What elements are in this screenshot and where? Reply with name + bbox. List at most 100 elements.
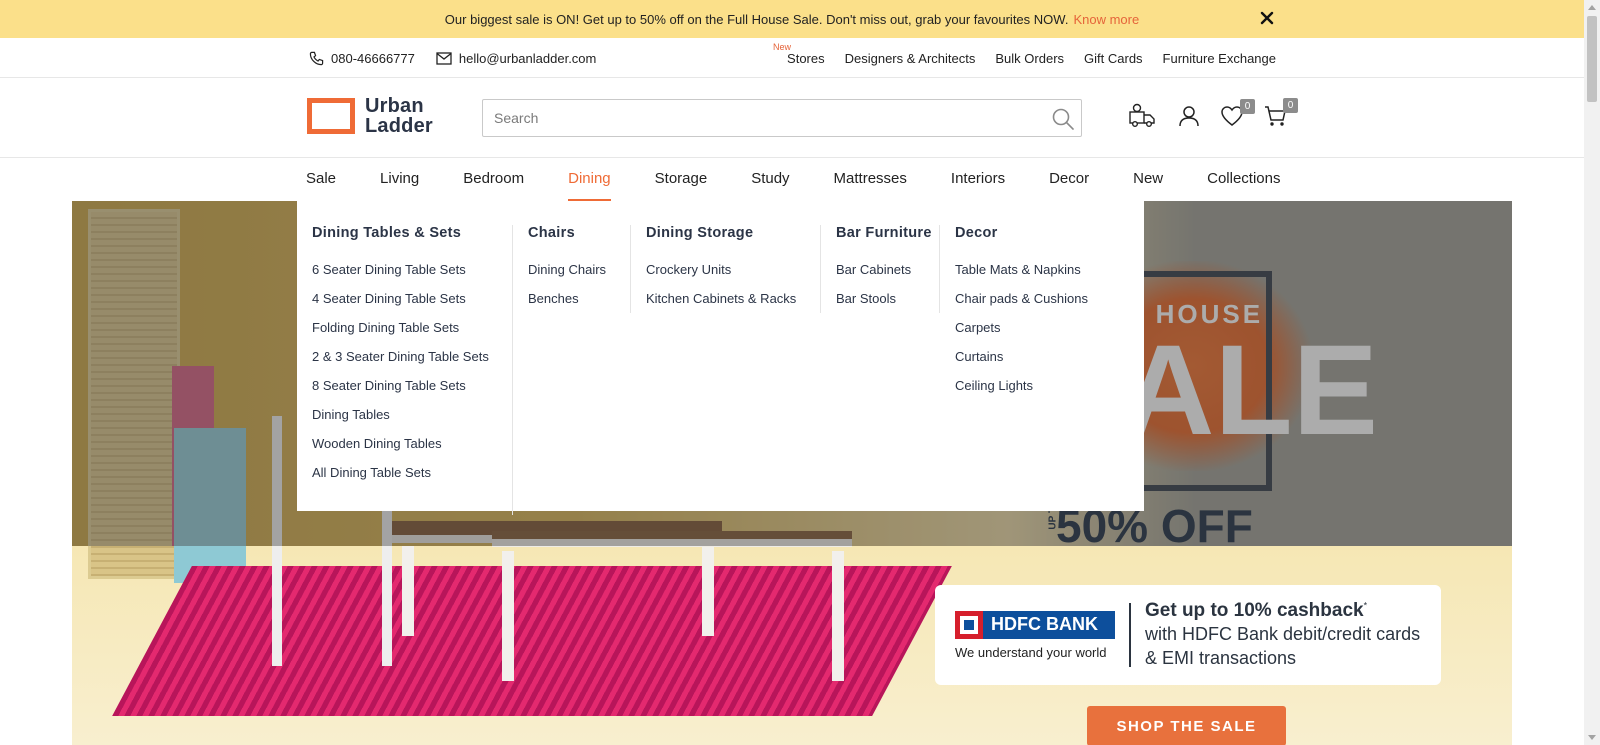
- nav-interiors[interactable]: Interiors: [951, 158, 1005, 201]
- nav-bedroom[interactable]: Bedroom: [463, 158, 524, 201]
- promo-text: Our biggest sale is ON! Get up to 50% of…: [444, 11, 1069, 27]
- stores-label: Stores: [787, 50, 825, 66]
- menu-link[interactable]: 4 Seater Dining Table Sets: [312, 292, 497, 306]
- utility-bar: 080-46666777 hello@urbanladder.com New St…: [0, 38, 1584, 78]
- mail-icon: [436, 51, 452, 65]
- banner-striped-rug: [112, 566, 952, 716]
- table-leg: [702, 546, 714, 636]
- search-input[interactable]: [494, 110, 1034, 126]
- menu-column-dining-storage: Dining Storage Crockery Units Kitchen Ca…: [631, 225, 821, 313]
- menu-link[interactable]: 2 & 3 Seater Dining Table Sets: [312, 350, 497, 364]
- bank-name: HDFC BANK: [991, 614, 1098, 634]
- menu-link[interactable]: Curtains: [955, 350, 1100, 364]
- nav-decor[interactable]: Decor: [1049, 158, 1089, 201]
- menu-link[interactable]: Table Mats & Napkins: [955, 263, 1100, 277]
- menu-link[interactable]: Wooden Dining Tables: [312, 437, 497, 451]
- menu-link[interactable]: Crockery Units: [646, 263, 805, 277]
- nav-storage[interactable]: Storage: [655, 158, 708, 201]
- nav-study[interactable]: Study: [751, 158, 789, 201]
- hdfc-logo: HDFC BANK We understand your world: [955, 610, 1115, 660]
- close-icon[interactable]: [1257, 8, 1277, 28]
- table-leg: [402, 546, 414, 636]
- bulk-orders-link[interactable]: Bulk Orders: [995, 51, 1064, 66]
- nav-sale[interactable]: Sale: [306, 158, 336, 201]
- menu-link[interactable]: Chair pads & Cushions: [955, 292, 1100, 306]
- menu-link[interactable]: Dining Tables: [312, 408, 497, 422]
- shop-the-sale-button[interactable]: SHOP THE SALE: [1087, 706, 1286, 745]
- offer-asterisk: *: [1363, 600, 1368, 611]
- email-link[interactable]: hello@urbanladder.com: [436, 50, 597, 66]
- nav-new[interactable]: New: [1133, 158, 1163, 201]
- stores-link[interactable]: New Stores: [773, 42, 825, 66]
- offer-line-2: & EMI transactions: [1145, 648, 1297, 668]
- bank-tagline: We understand your world: [955, 644, 1107, 660]
- scroll-down-arrow[interactable]: [1588, 735, 1596, 740]
- menu-column-decor: Decor Table Mats & Napkins Chair pads & …: [940, 225, 1115, 427]
- scroll-thumb[interactable]: [1587, 16, 1597, 102]
- bench-leg: [832, 551, 844, 681]
- menu-link[interactable]: Bar Stools: [836, 292, 924, 306]
- offer-line-1: with HDFC Bank debit/credit cards: [1145, 624, 1421, 644]
- scroll-up-arrow[interactable]: [1588, 5, 1596, 10]
- menu-heading[interactable]: Dining Tables & Sets: [312, 225, 497, 241]
- promo-banner: Our biggest sale is ON! Get up to 50% of…: [0, 0, 1584, 38]
- bench-leg: [502, 551, 514, 681]
- know-more-link[interactable]: Know more: [1073, 12, 1139, 27]
- account-icon[interactable]: [1177, 104, 1201, 133]
- phone-number: 080-46666777: [331, 50, 415, 66]
- hdfc-logo-bar: HDFC BANK: [955, 610, 1115, 639]
- main-nav: Sale Living Bedroom Dining Storage Study…: [0, 158, 1584, 201]
- menu-heading[interactable]: Chairs: [528, 225, 615, 241]
- menu-link[interactable]: Benches: [528, 292, 615, 306]
- logo-wordmark: Urban Ladder: [365, 96, 433, 136]
- phone-link[interactable]: 080-46666777: [309, 51, 415, 66]
- wishlist-count: 0: [1240, 98, 1255, 114]
- logo-line-1: Urban: [365, 95, 424, 117]
- logo-line-2: Ladder: [365, 115, 433, 137]
- menu-link[interactable]: Kitchen Cabinets & Racks: [646, 292, 805, 306]
- gift-cards-link[interactable]: Gift Cards: [1084, 51, 1143, 66]
- cart-icon[interactable]: 0: [1263, 97, 1298, 133]
- offer-divider: [1129, 603, 1131, 667]
- menu-heading[interactable]: Bar Furniture: [836, 225, 931, 241]
- nav-dining[interactable]: Dining: [568, 158, 611, 201]
- logo-mark: [307, 98, 355, 134]
- urban-ladder-logo[interactable]: Urban Ladder: [307, 96, 439, 136]
- menu-link[interactable]: All Dining Table Sets: [312, 466, 497, 480]
- hdfc-logo-mark: [955, 610, 983, 639]
- menu-link[interactable]: Bar Cabinets: [836, 263, 924, 277]
- menu-heading[interactable]: Decor: [955, 225, 1100, 241]
- hdfc-offer-card: HDFC BANK We understand your world Get u…: [935, 585, 1441, 685]
- search-box: [482, 99, 1082, 137]
- header-actions: 0 0: [1128, 97, 1300, 136]
- menu-column-chairs: Chairs Dining Chairs Benches: [513, 225, 631, 313]
- menu-link[interactable]: Ceiling Lights: [955, 379, 1100, 393]
- menu-link[interactable]: Carpets: [955, 321, 1100, 335]
- cart-count: 0: [1283, 97, 1298, 113]
- menu-column-dining-tables: Dining Tables & Sets 6 Seater Dining Tab…: [297, 225, 513, 515]
- email-address: hello@urbanladder.com: [458, 50, 597, 66]
- nav-mattresses[interactable]: Mattresses: [834, 158, 907, 201]
- utility-links: New Stores Designers & Architects Bulk Or…: [767, 38, 1276, 78]
- nav-collections[interactable]: Collections: [1207, 158, 1280, 201]
- designers-architects-link[interactable]: Designers & Architects: [845, 51, 976, 66]
- furniture-exchange-link[interactable]: Furniture Exchange: [1163, 51, 1276, 66]
- page-scrollbar[interactable]: [1584, 0, 1600, 745]
- nav-living[interactable]: Living: [380, 158, 419, 201]
- offer-title: Get up to 10% cashback: [1145, 600, 1364, 621]
- menu-link[interactable]: Dining Chairs: [528, 263, 615, 277]
- site-header: Urban Ladder 0 0: [0, 78, 1584, 158]
- contact-info: 080-46666777 hello@urbanladder.com: [309, 38, 617, 78]
- menu-heading[interactable]: Dining Storage: [646, 225, 805, 241]
- track-order-icon[interactable]: [1128, 103, 1156, 134]
- menu-link[interactable]: 8 Seater Dining Table Sets: [312, 379, 497, 393]
- menu-link[interactable]: Folding Dining Table Sets: [312, 321, 497, 335]
- menu-column-bar-furniture: Bar Furniture Bar Cabinets Bar Stools: [821, 225, 940, 313]
- offer-text: Get up to 10% cashback* with HDFC Bank d…: [1145, 600, 1420, 670]
- menu-link[interactable]: 6 Seater Dining Table Sets: [312, 263, 497, 277]
- new-badge: New: [773, 41, 792, 52]
- wishlist-icon[interactable]: 0: [1220, 98, 1255, 132]
- search-icon[interactable]: [1051, 107, 1075, 136]
- phone-icon: [309, 51, 324, 65]
- dining-mega-menu: Dining Tables & Sets 6 Seater Dining Tab…: [297, 201, 1144, 515]
